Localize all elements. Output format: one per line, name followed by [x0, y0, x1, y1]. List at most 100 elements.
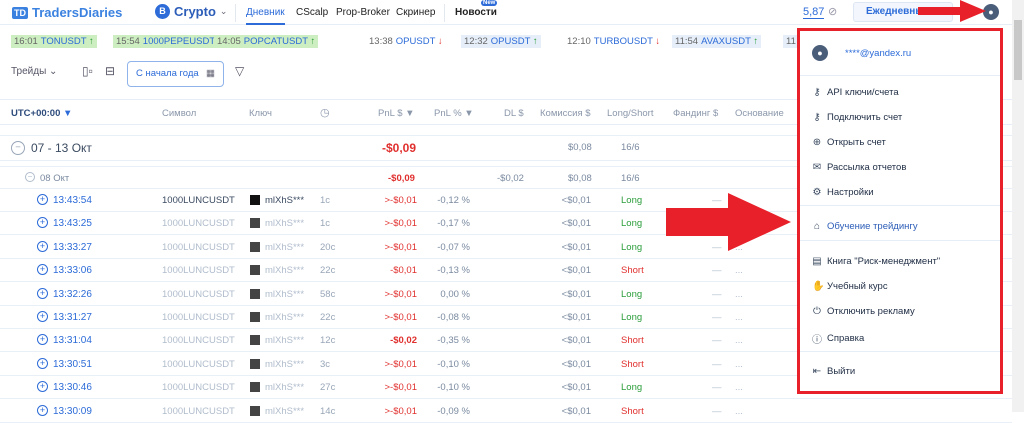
ticker-item[interactable]: 15:541000PEPEUSDT ↑ — [113, 35, 226, 48]
scrollbar-thumb[interactable] — [1014, 20, 1022, 80]
expand-icon[interactable]: + — [37, 217, 48, 229]
view-selector[interactable]: Трейды ⌄ — [11, 66, 57, 77]
layout-icon[interactable]: ⊟ — [105, 64, 115, 78]
expand-icon[interactable]: + — [37, 311, 48, 322]
table-row[interactable]: + 13:30:09 1000LUNCUSDT mlXhS*** 14с >-$… — [0, 400, 1012, 423]
trade-key: mlXhS*** — [265, 218, 305, 230]
trade-basis[interactable]: ... — [735, 359, 743, 370]
trade-side: Long — [621, 195, 643, 206]
balance-value[interactable]: 5,87 — [803, 6, 825, 19]
week-ratio: 16/6 — [621, 142, 640, 153]
menu-item[interactable]: ⏻ Отключить рекламу — [812, 306, 915, 317]
collapse-icon[interactable]: − — [11, 141, 25, 155]
trade-time[interactable]: 13:43:25 — [53, 218, 92, 229]
nav-prop-broker[interactable]: Prop-Broker — [336, 7, 390, 18]
trade-time[interactable]: 13:43:54 — [53, 195, 92, 206]
header-dl[interactable]: DL $ — [504, 108, 524, 119]
header-side[interactable]: Long/Short — [607, 108, 653, 119]
expand-icon[interactable]: + — [37, 334, 48, 346]
ticker-symbol: POPCATUSDT — [243, 36, 308, 47]
trade-duration: 20с — [320, 241, 336, 253]
trade-time[interactable]: 13:33:27 — [53, 242, 92, 253]
menu-item[interactable]: ⇤ Выйти — [812, 366, 855, 377]
header-pnl-pct[interactable]: PnL % ▼ — [434, 108, 474, 119]
menu-item[interactable]: ⌂ Обучение трейдингу — [812, 221, 918, 232]
menu-item[interactable]: ⚷ Подключить счет — [812, 112, 902, 123]
nav-cscalp[interactable]: CScalp — [296, 7, 328, 18]
menu-item[interactable]: ⚙ Настройки — [812, 187, 874, 198]
exchange-logo-icon — [250, 218, 260, 229]
ticker-item[interactable]: 16:01 TONUSDT ↑ — [11, 35, 97, 48]
ticker-symbol: TONUSDT — [40, 36, 87, 47]
menu-item[interactable]: ▤ Книга "Риск-менеджмент" — [812, 256, 940, 267]
trade-time[interactable]: 13:32:26 — [53, 289, 92, 300]
menu-divider — [800, 240, 1000, 241]
ticker-item[interactable]: 12:32 OPUSDT ↑ — [461, 35, 541, 48]
nav-screener[interactable]: Скринер — [396, 7, 435, 18]
day-pnl: -$0,09 — [388, 173, 415, 184]
expand-icon[interactable]: + — [37, 404, 48, 416]
trade-time[interactable]: 13:31:04 — [53, 335, 92, 346]
exchange-logo-icon — [250, 288, 260, 299]
columns-icon[interactable]: ▯▫ — [82, 64, 93, 78]
trade-pnl: >-$0,01 — [384, 241, 418, 253]
expand-icon[interactable]: + — [37, 240, 48, 252]
trade-time[interactable]: 13:31:27 — [53, 312, 92, 323]
trade-basis[interactable]: ... — [735, 312, 743, 323]
menu-item[interactable]: ⚷ API ключи/счета — [812, 87, 898, 98]
ticker-symbol: AVAXUSDT — [701, 36, 751, 47]
hand-icon: ✋ — [812, 281, 825, 292]
nav-news[interactable]: Новости — [455, 7, 497, 18]
trade-time[interactable]: 13:30:09 — [53, 406, 92, 417]
clock-icon[interactable]: ◷ — [320, 106, 330, 119]
new-badge: New — [481, 0, 498, 6]
collapse-icon[interactable]: − — [25, 172, 35, 182]
trade-funding: — — [712, 405, 722, 417]
menu-item[interactable]: ⊕ Открыть счет — [812, 137, 886, 148]
header-commission[interactable]: Комиссия $ — [540, 108, 591, 119]
timezone-header[interactable]: UTC+00:00 ▼ — [11, 108, 72, 119]
logo[interactable]: TD TradersDiaries — [12, 5, 122, 20]
trade-symbol: 1000LUNCUSDT — [162, 405, 235, 417]
trade-pnl: >-$0,01 — [384, 405, 418, 417]
date-range-button[interactable]: С начала года ▦ — [127, 61, 224, 87]
trade-duration: 58с — [320, 288, 336, 300]
timezone-label: UTC+00:00 — [11, 108, 61, 119]
header-funding[interactable]: Фандинг $ — [673, 108, 718, 119]
header-basis[interactable]: Основание — [735, 108, 784, 119]
menu-item[interactable]: ✉ Рассылка отчетов — [812, 162, 907, 173]
header-pnl[interactable]: PnL $ ▼ — [378, 108, 415, 119]
trade-basis[interactable]: ... — [735, 406, 743, 417]
trade-basis[interactable]: ... — [735, 382, 743, 393]
trade-side: Short — [621, 265, 644, 277]
trade-basis[interactable]: ... — [735, 289, 743, 300]
market-selector[interactable]: B Crypto ⌄ — [155, 4, 227, 19]
trade-time[interactable]: 13:33:06 — [53, 265, 92, 276]
expand-icon[interactable]: + — [37, 287, 48, 299]
trade-duration: 27с — [320, 382, 336, 394]
menu-item[interactable]: ✋ Учебный курс — [812, 281, 888, 292]
eye-off-icon[interactable]: ⊘ — [828, 5, 837, 18]
header-symbol[interactable]: Символ — [162, 108, 196, 119]
ticker-item[interactable]: 14:05 POPCATUSDT ↑ — [214, 35, 319, 48]
trade-pnl-pct: -0,35 % — [437, 335, 470, 347]
expand-icon[interactable]: + — [37, 194, 48, 205]
trade-duration: 1с — [320, 195, 331, 206]
filter-icon[interactable]: ▽ — [235, 64, 244, 78]
nav-journal[interactable]: Дневник — [246, 7, 285, 25]
trade-duration: 12с — [320, 335, 336, 347]
trade-pnl-pct: -0,12 % — [437, 195, 470, 206]
header-key[interactable]: Ключ — [249, 108, 272, 119]
trade-duration: 1с — [320, 218, 331, 230]
expand-icon[interactable]: + — [37, 381, 48, 393]
ticker-item[interactable]: 12:10 TURBOUSDT ↓ — [564, 35, 664, 48]
trade-time[interactable]: 13:30:46 — [53, 382, 92, 393]
expand-icon[interactable]: + — [37, 264, 48, 276]
ticker-item[interactable]: 11:54 AVAXUSDT ↑ — [672, 35, 762, 48]
menu-item[interactable]: ⓘ Справка — [812, 331, 864, 346]
trade-basis[interactable]: ... — [735, 335, 743, 346]
trade-basis[interactable]: ... — [735, 265, 743, 276]
ticker-item[interactable]: 13:38 OPUSDT ↓ — [366, 35, 446, 48]
trade-time[interactable]: 13:30:51 — [53, 359, 92, 370]
expand-icon[interactable]: + — [37, 357, 48, 369]
